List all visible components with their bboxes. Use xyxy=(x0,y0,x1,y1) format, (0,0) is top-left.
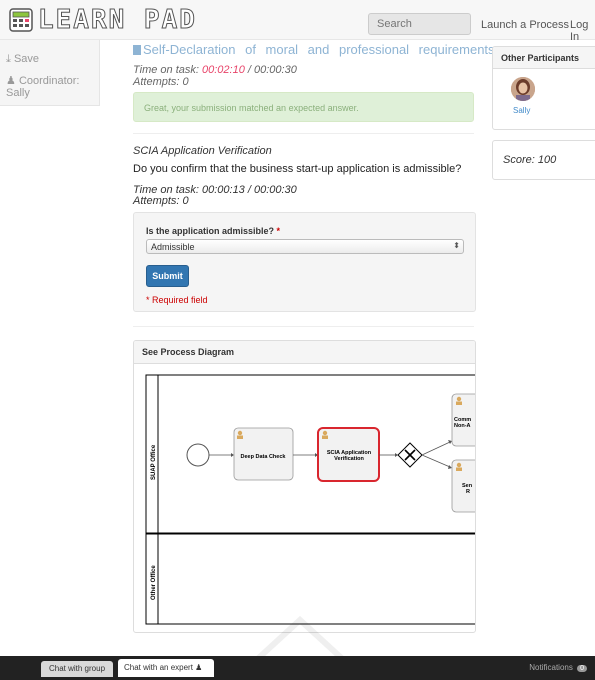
logo-text: LEARN PAD xyxy=(38,5,197,36)
score-panel: Score: 100 xyxy=(492,140,595,180)
avatar-image xyxy=(511,77,535,101)
previous-task-timer: Time on task: 00:02:10 / 00:00:30 Attemp… xyxy=(133,64,297,88)
pool-other-office xyxy=(145,533,475,625)
left-sidebar: ⤓ Save ♟ Coordinator: Sally xyxy=(0,40,100,106)
top-navbar: LEARN PAD Launch a Process Log In xyxy=(0,0,595,43)
diagram-panel-title[interactable]: See Process Diagram xyxy=(134,341,475,364)
process-diagram-panel: See Process Diagram SUAP Office Other Of… xyxy=(133,340,476,633)
submit-button[interactable]: Submit xyxy=(146,265,189,287)
coordinator-info: ♟ Coordinator: Sally xyxy=(0,75,85,99)
avatar[interactable] xyxy=(511,77,535,101)
required-note: * Required field xyxy=(146,295,208,305)
user-icon: ♟ xyxy=(6,75,16,87)
attempts-count: Attempts: 0 xyxy=(133,76,189,88)
logo[interactable]: LEARN PAD xyxy=(8,4,197,36)
admissible-select[interactable]: Admissible ⬍ xyxy=(146,239,464,254)
chat-with-group-tab[interactable]: Chat with group xyxy=(41,661,113,677)
notifications-label: Notifications xyxy=(529,663,573,672)
time-limit: / 00:00:30 xyxy=(247,64,297,76)
download-icon: ⤓ xyxy=(6,53,11,65)
selected-option: Admissible xyxy=(151,242,195,252)
chat-with-expert-tab[interactable]: Chat with an expert ♟ xyxy=(118,659,214,677)
coordinator-label: Coordinator: xyxy=(18,75,80,87)
task-2-label-line2: Verification xyxy=(334,456,364,462)
calculator-logo-icon xyxy=(9,8,33,32)
user-icon: ♟ xyxy=(195,663,203,672)
chat-expert-label: Chat with an expert xyxy=(124,663,193,672)
required-marker: * xyxy=(276,226,281,236)
participant-name-link[interactable]: Sally xyxy=(513,106,530,115)
field-label-text: Is the application admissible? xyxy=(146,226,275,236)
bottom-chat-bar: Chat with group Chat with an expert ♟ No… xyxy=(0,656,595,680)
task-3-label-line2: Non-A xyxy=(454,423,471,429)
previous-task-title: Self-Declaration of moral and profession… xyxy=(133,42,495,57)
login-link[interactable]: Log In xyxy=(570,19,595,43)
lane-label-other: Other Office xyxy=(151,565,157,600)
current-task-timer: Time on task: 00:00:13 / 00:00:30 Attemp… xyxy=(133,185,297,207)
save-button[interactable]: ⤓ Save xyxy=(0,53,45,65)
divider xyxy=(133,133,474,134)
coordinator-name: Sally xyxy=(6,87,30,99)
answer-form: Is the application admissible? * Admissi… xyxy=(133,212,476,312)
attempts-count: Attempts: 0 xyxy=(133,195,189,207)
task-subtitle: SCIA Application Verification xyxy=(133,145,272,157)
participants-title: Other Participants xyxy=(493,47,595,69)
document-icon xyxy=(133,45,141,55)
notifications-button[interactable]: Notifications 0 xyxy=(529,663,587,672)
search-input[interactable] xyxy=(368,13,471,35)
time-spent: 00:02:10 xyxy=(202,64,245,76)
other-participants-panel: Other Participants Sally xyxy=(492,46,595,130)
task-question: Do you confirm that the business start-u… xyxy=(133,163,462,175)
bpmn-diagram[interactable]: SUAP Office Other Office Deep Data Check… xyxy=(134,364,476,633)
learnpad-page: LEARN PAD Launch a Process Log In ⤓ Save… xyxy=(0,0,595,680)
launch-process-link[interactable]: Launch a Process xyxy=(481,19,569,31)
task-4-label-line2: R xyxy=(466,489,470,495)
previous-task-title-text: Self-Declaration of moral and profession… xyxy=(143,42,495,57)
divider xyxy=(133,326,474,327)
start-event[interactable] xyxy=(186,443,210,467)
time-label: Time on task: xyxy=(133,64,199,76)
notifications-badge: 0 xyxy=(577,665,587,672)
save-label: Save xyxy=(13,53,40,65)
lane-label-suap: SUAP Office xyxy=(151,444,157,480)
success-alert: Great, your submission matched an expect… xyxy=(133,92,474,122)
select-arrows-icon: ⬍ xyxy=(453,241,460,250)
field-label: Is the application admissible? * xyxy=(146,226,280,236)
task-1-label: Deep Data Check xyxy=(241,454,287,460)
